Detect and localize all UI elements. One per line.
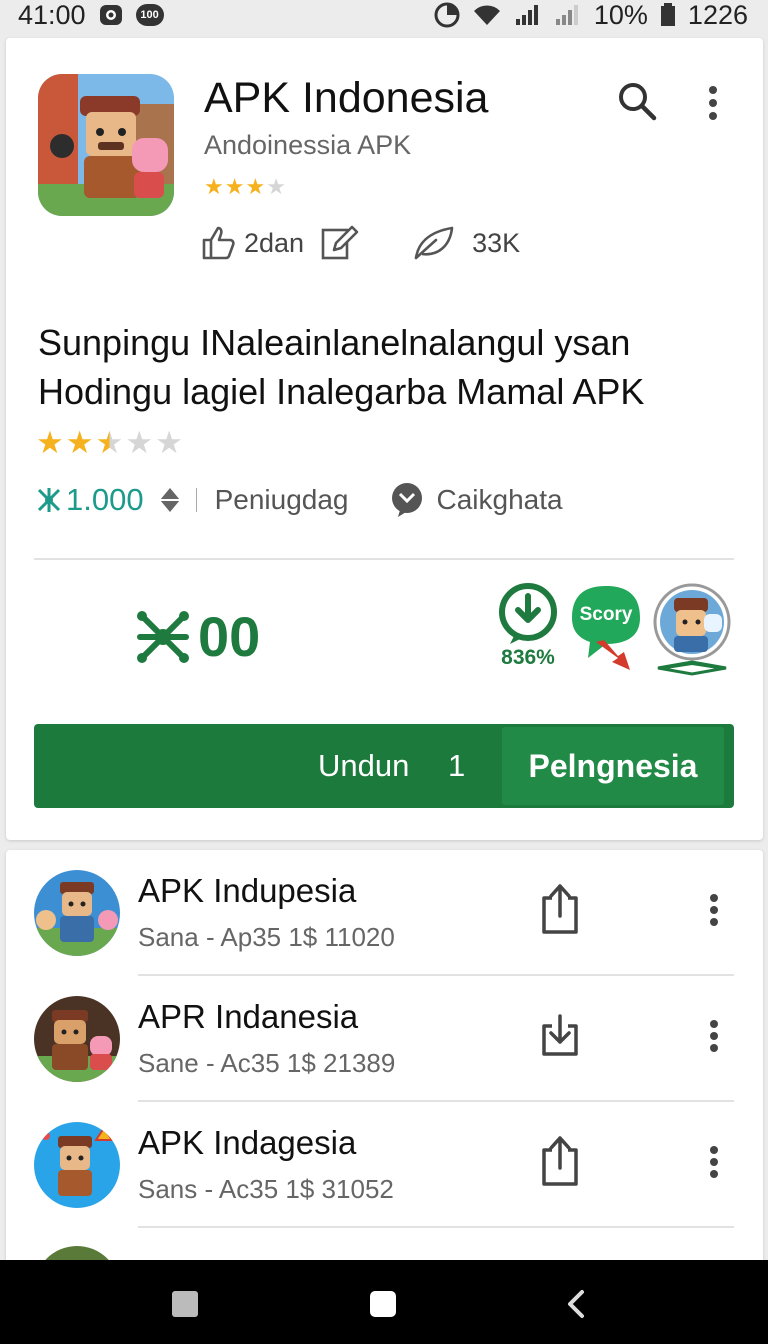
big-count: 00 — [134, 604, 260, 669]
list-divider — [138, 1226, 734, 1228]
status-clock: 1226 — [687, 0, 748, 30]
list-item[interactable]: APR Indanesia Sane - Ac35 1$ 21389 — [6, 976, 763, 1102]
download-icon — [499, 583, 557, 644]
edit-icon[interactable] — [320, 224, 360, 262]
avatar — [34, 1122, 120, 1208]
price: 1.000 — [34, 482, 144, 518]
list-item-subtitle: Sana - Ap35 1$ 11020 — [138, 922, 395, 952]
signal-icon — [514, 3, 542, 27]
install-button[interactable]: Pelngnesia — [502, 727, 724, 805]
download-icon — [542, 1014, 578, 1056]
divider — [195, 488, 197, 512]
battery-percent: 10% — [593, 0, 648, 30]
more-options-button[interactable] — [704, 888, 724, 932]
likes-stat[interactable]: 2dan — [200, 224, 304, 262]
star-icon: ★ — [36, 425, 64, 460]
status-bar: 41:00 100 10% 1226 — [0, 0, 768, 30]
tag-label[interactable]: Caikghata — [436, 484, 562, 516]
list-item-title: APK Indupesia — [138, 872, 357, 909]
downloads-stat[interactable]: 33K — [412, 224, 520, 262]
star-icon: ★ — [245, 174, 266, 199]
list-item-title: APR Indanesia — [138, 998, 359, 1035]
share-download-icon — [542, 884, 578, 934]
notification-badge: 100 — [135, 4, 164, 26]
battery-icon — [660, 3, 676, 27]
undun-count: 1 — [448, 748, 466, 783]
star-icon: ★ — [266, 174, 286, 199]
status-time: 41:00 — [18, 0, 86, 30]
star-icon: ★ — [125, 425, 154, 460]
big-count-value: 00 — [198, 605, 261, 668]
related-apps-list: APK Indupesia Sana - Ap35 1$ 11020 APR I… — [6, 850, 763, 1270]
more-vert-icon — [710, 1020, 718, 1052]
search-icon — [619, 83, 657, 121]
list-item-title: APK Indagesia — [138, 1124, 357, 1161]
undun-label[interactable]: Undun — [318, 724, 409, 808]
data-saver-icon — [434, 2, 460, 28]
category-label[interactable]: Peniugdag — [215, 484, 349, 516]
diamond-icon — [158, 486, 182, 514]
app-detail-card: APK Indonesia Andoinessia APK ★ ★ ★ ★ 2d… — [6, 38, 763, 840]
app-headline: Sunpingu INaleainlanelnalangul ysan Hodi… — [38, 322, 645, 412]
recent-apps-button[interactable] — [172, 1291, 198, 1317]
badges: 836% Scory — [496, 582, 732, 678]
chat-icon — [390, 482, 424, 518]
system-nav-bar — [0, 1260, 768, 1344]
signal-icon-2 — [554, 3, 582, 27]
avatar — [34, 870, 120, 956]
price-value: 1.000 — [66, 482, 144, 517]
likes-count: 2dan — [244, 227, 305, 258]
list-item[interactable]: APK Indagesia Sans - Ac35 1$ 31052 — [6, 1102, 763, 1228]
app-title: APK Indonesia — [204, 74, 489, 122]
section-divider — [34, 558, 734, 560]
more-options-button[interactable] — [704, 1014, 724, 1058]
avatar — [34, 996, 120, 1082]
home-button[interactable] — [370, 1291, 396, 1317]
app-icon[interactable] — [38, 74, 174, 216]
app-stats: 2dan 33K — [200, 224, 520, 262]
download-percent: 836% — [501, 646, 555, 669]
download-button[interactable] — [538, 882, 582, 936]
notification-icon — [98, 3, 124, 27]
download-badge[interactable]: 836% — [496, 582, 560, 670]
star-icon: ★ — [65, 425, 94, 460]
molecule-icon — [137, 610, 189, 663]
more-vert-icon — [709, 86, 717, 120]
star-icon: ★ — [224, 174, 245, 199]
star-half-icon: ★ — [95, 425, 124, 460]
back-button[interactable] — [562, 1288, 592, 1320]
story-badge[interactable]: Scory — [568, 582, 644, 672]
more-options-button[interactable] — [704, 1140, 724, 1184]
meta-row: 1.000 Peniugdag Caikghata — [34, 480, 563, 520]
search-button[interactable] — [614, 78, 660, 124]
more-vert-icon — [710, 894, 718, 926]
back-icon — [568, 1290, 584, 1318]
wifi-icon — [472, 3, 502, 27]
list-item[interactable]: APK Indupesia Sana - Ap35 1$ 11020 — [6, 850, 763, 976]
story-label: Scory — [579, 604, 633, 625]
thumb-up-icon — [200, 224, 236, 262]
more-vert-icon — [710, 1146, 718, 1178]
more-options-button[interactable] — [698, 80, 728, 126]
app-subtitle: Andoinessia APK — [204, 130, 412, 160]
star-icon: ★ — [155, 425, 183, 460]
molecule-icon — [37, 488, 61, 512]
action-bar: Undun 1 Pelngnesia — [34, 724, 734, 808]
rating-stars: ★ ★ ★ ★ ★ — [36, 427, 183, 458]
list-item-subtitle: Sans - Ac35 1$ 31052 — [138, 1174, 394, 1204]
app-rating-stars: ★ ★ ★ ★ — [204, 176, 286, 198]
downloads-count: 33K — [472, 227, 521, 258]
share-download-icon — [542, 1136, 578, 1186]
avatar-badge[interactable] — [652, 582, 732, 678]
list-item-subtitle: Sane - Ac35 1$ 21389 — [138, 1048, 396, 1078]
download-button[interactable] — [538, 1134, 582, 1188]
leaf-icon — [412, 224, 456, 262]
download-button[interactable] — [538, 1008, 582, 1062]
star-icon: ★ — [204, 174, 224, 199]
